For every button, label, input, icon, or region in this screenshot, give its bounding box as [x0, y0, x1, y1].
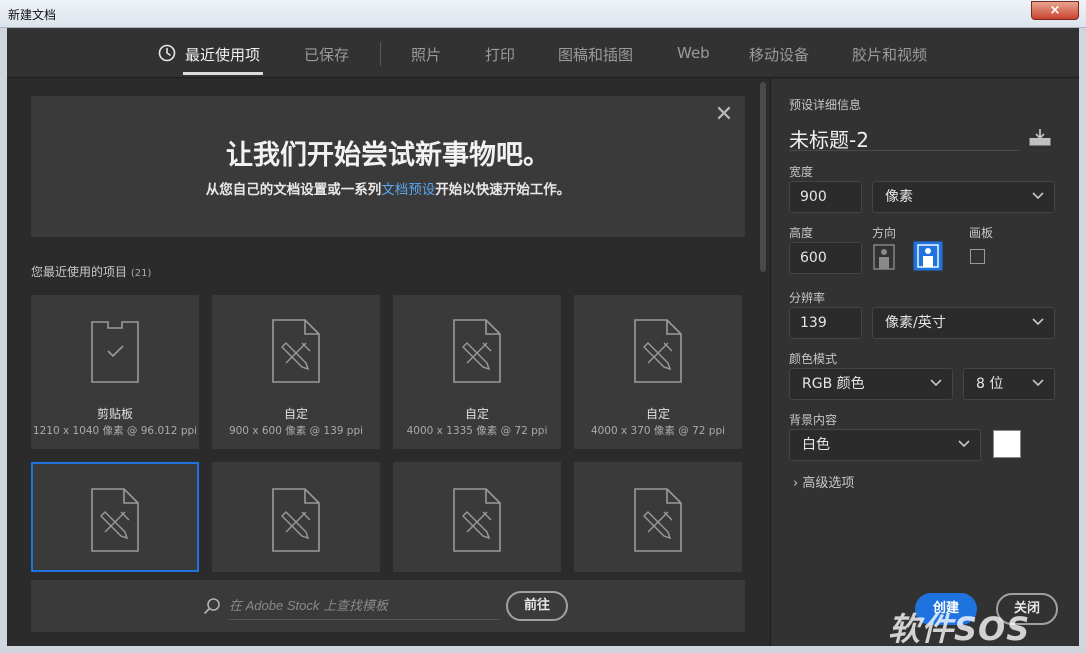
scrollbar-thumb[interactable] [760, 82, 766, 272]
document-presets-link[interactable]: 文档预设 [381, 182, 435, 198]
color-mode-value: RGB 颜色 [802, 376, 865, 392]
artboard-label: 画板 [969, 226, 994, 240]
clipboard-icon [91, 321, 139, 383]
resolution-unit-select[interactable]: 像素/英寸 [872, 307, 1055, 339]
tab-film-video[interactable]: 胶片和视频 [852, 44, 927, 65]
bit-depth-select[interactable]: 8 位 [963, 368, 1055, 400]
stock-search-input[interactable] [229, 592, 499, 620]
tab-mobile[interactable]: 移动设备 [749, 44, 809, 65]
recent-items-label: 您最近使用的项目 [31, 265, 128, 279]
chevron-down-icon [1032, 379, 1044, 387]
orientation-label: 方向 [872, 226, 897, 240]
height-label: 高度 [789, 226, 814, 240]
document-custom-icon [453, 488, 501, 552]
recent-item-card[interactable]: 自定 4000 x 370 像素 @ 72 ppi [574, 295, 742, 449]
welcome-subtitle: 从您自己的文档设置或一系列文档预设开始以快速开始工作。 [31, 178, 745, 198]
recent-item-meta: 4000 x 1335 像素 @ 72 ppi [406, 425, 548, 437]
tab-recent[interactable]: 最近使用项 [185, 44, 260, 65]
tab-photo[interactable]: 照片 [411, 44, 441, 65]
window-titlebar [0, 0, 1086, 28]
tab-web[interactable]: Web [677, 44, 710, 62]
chevron-right-icon: › [793, 476, 799, 491]
document-name-field[interactable]: 未标题-2 [789, 124, 1019, 152]
recent-item-name: 剪贴板 [96, 407, 133, 421]
recent-item-card-selected[interactable] [31, 462, 199, 572]
document-custom-icon [634, 488, 682, 552]
background-color-swatch[interactable] [993, 430, 1021, 458]
search-icon [204, 598, 220, 614]
artboard-checkbox[interactable] [970, 249, 985, 264]
document-custom-icon [453, 319, 501, 383]
chevron-down-icon [1032, 318, 1044, 326]
background-value: 白色 [802, 437, 830, 453]
width-input[interactable]: 900 [789, 181, 862, 213]
document-custom-icon [272, 319, 320, 383]
watermark-logo: 软件SOS [888, 610, 1031, 648]
chevron-down-icon [958, 440, 970, 448]
welcome-subtitle-end: 开始以快速开始工作。 [435, 182, 571, 198]
tab-divider [380, 42, 381, 66]
window-title: 新建文档 [8, 8, 57, 22]
clock-icon [158, 44, 176, 62]
portrait-orientation-icon[interactable] [873, 244, 895, 270]
document-custom-icon [272, 488, 320, 552]
color-mode-label: 颜色模式 [789, 352, 838, 366]
tab-art-illustration[interactable]: 图稿和插图 [558, 44, 633, 65]
chevron-down-icon [930, 379, 942, 387]
document-custom-icon [91, 488, 139, 552]
go-button[interactable]: 前往 [506, 591, 568, 621]
active-tab-indicator [183, 72, 263, 75]
width-label: 宽度 [789, 165, 814, 179]
advanced-options-toggle[interactable]: › 高级选项 [793, 472, 854, 491]
landscape-orientation-icon[interactable] [913, 241, 943, 271]
close-banner-icon[interactable]: ✕ [713, 104, 735, 126]
recent-item-card[interactable] [574, 462, 742, 572]
recent-item-name: 自定 [464, 407, 489, 421]
tab-print[interactable]: 打印 [485, 44, 515, 65]
welcome-title: 让我们开始尝试新事物吧。 [226, 140, 550, 171]
save-preset-icon[interactable] [1029, 128, 1051, 146]
document-custom-icon [634, 319, 682, 383]
width-unit-select[interactable]: 像素 [872, 181, 1055, 213]
recent-item-card[interactable]: 剪贴板 1210 x 1040 像素 @ 96.012 ppi [31, 295, 199, 449]
recent-item-card[interactable]: 自定 900 x 600 像素 @ 139 ppi [212, 295, 380, 449]
window-close-button[interactable]: × [1031, 1, 1079, 20]
width-unit-value: 像素 [885, 189, 913, 205]
recent-item-name: 自定 [283, 407, 308, 421]
recent-item-meta: 4000 x 370 像素 @ 72 ppi [590, 425, 726, 437]
background-select[interactable]: 白色 [789, 429, 981, 461]
recent-item-card[interactable] [212, 462, 380, 572]
recent-item-meta: 1210 x 1040 像素 @ 96.012 ppi [32, 425, 198, 437]
resolution-unit-value: 像素/英寸 [885, 315, 946, 331]
recent-item-card[interactable]: 自定 4000 x 1335 像素 @ 72 ppi [393, 295, 561, 449]
color-mode-select[interactable]: RGB 颜色 [789, 368, 953, 400]
recent-item-meta: 900 x 600 像素 @ 139 ppi [228, 425, 364, 437]
recent-items-count: (21) [130, 268, 152, 279]
height-input[interactable]: 600 [789, 242, 862, 274]
advanced-options-label: 高级选项 [802, 476, 855, 491]
resolution-label: 分辨率 [789, 291, 826, 305]
recent-items-heading: 您最近使用的项目 (21) [31, 263, 151, 280]
recent-item-name: 自定 [645, 407, 670, 421]
resolution-input[interactable]: 139 [789, 307, 862, 339]
tab-saved[interactable]: 已保存 [304, 44, 349, 65]
bit-depth-value: 8 位 [976, 376, 1004, 392]
preset-details-heading: 预设详细信息 [789, 98, 862, 112]
welcome-subtitle-start: 从您自己的文档设置或一系列 [205, 182, 382, 198]
recent-item-card[interactable] [393, 462, 561, 572]
background-label: 背景内容 [789, 413, 838, 427]
chevron-down-icon [1032, 192, 1044, 200]
